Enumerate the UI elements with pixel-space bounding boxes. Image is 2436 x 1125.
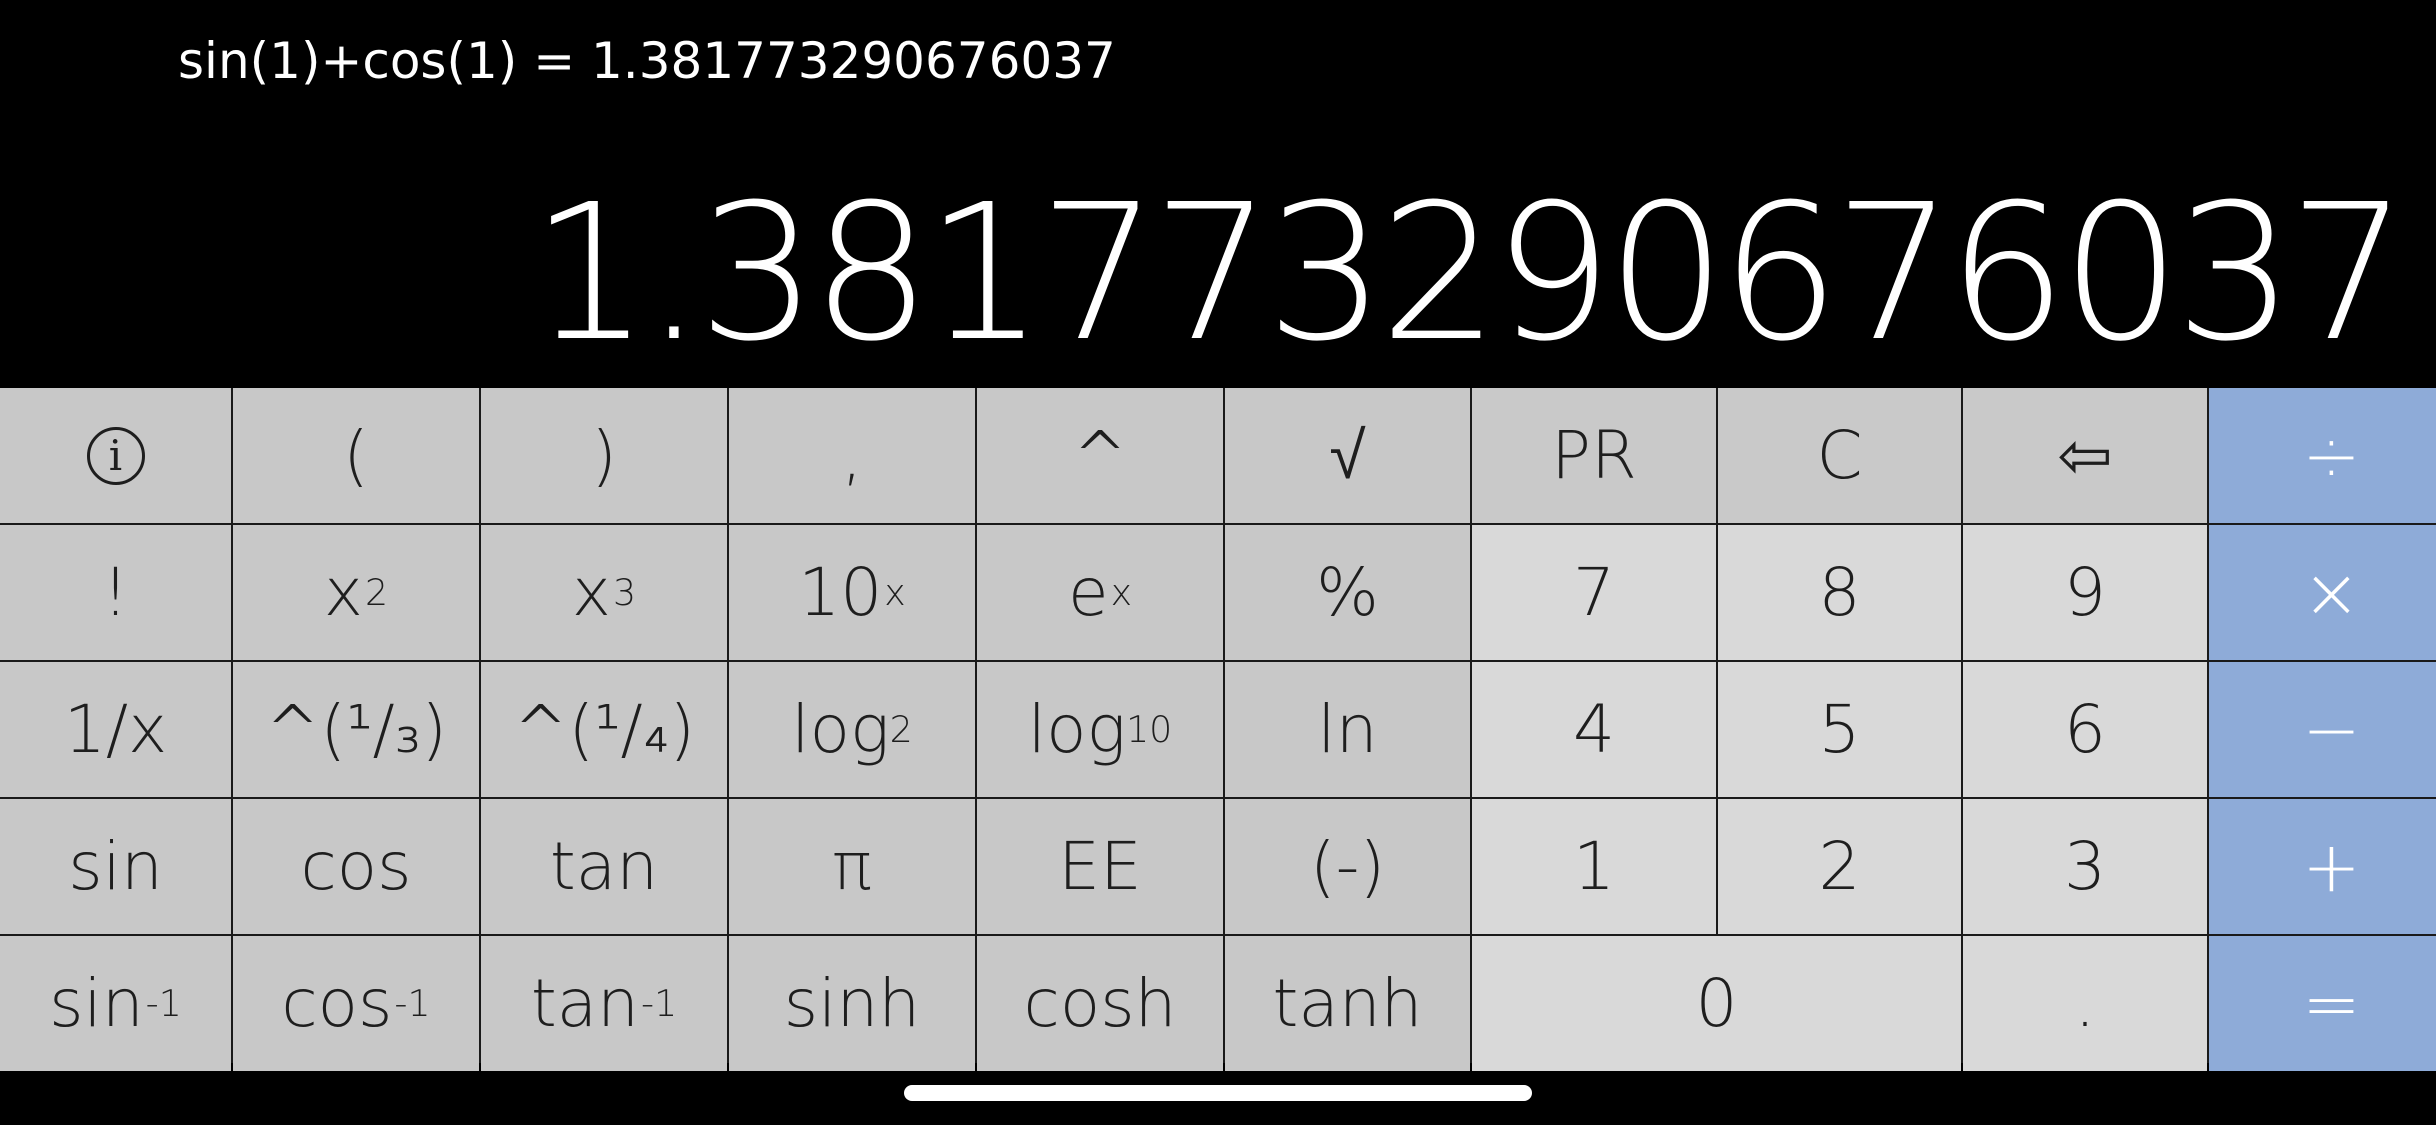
divide-button[interactable]: ÷ bbox=[2209, 388, 2436, 523]
info-icon: i bbox=[86, 426, 145, 485]
ten-power-exponent: x bbox=[884, 571, 906, 614]
tanh-button[interactable]: tanh bbox=[1225, 936, 1470, 1071]
square-button[interactable]: x2 bbox=[233, 525, 479, 660]
arccos-exponent: -1 bbox=[394, 982, 431, 1025]
sqrt-button[interactable]: √ bbox=[1225, 388, 1470, 523]
info-button[interactable]: i bbox=[0, 388, 231, 523]
one-button[interactable]: 1 bbox=[1472, 799, 1716, 934]
clear-button[interactable]: C bbox=[1718, 388, 1961, 523]
ten-power-button[interactable]: 10 x bbox=[729, 525, 975, 660]
fourth-root-button[interactable]: ^(¹/₄) bbox=[481, 662, 727, 797]
pr-button[interactable]: PR bbox=[1472, 388, 1716, 523]
arcsin-exponent: -1 bbox=[145, 982, 182, 1025]
ln-button[interactable]: ln bbox=[1225, 662, 1470, 797]
cos-button[interactable]: cos bbox=[233, 799, 479, 934]
arcsin-button[interactable]: sin -1 bbox=[0, 936, 231, 1071]
backspace-icon: ⇦ bbox=[2057, 417, 2113, 494]
equals-button[interactable]: = bbox=[2209, 936, 2436, 1071]
log10-label: log bbox=[1027, 691, 1127, 768]
cube-exponent: 3 bbox=[612, 571, 637, 614]
decimal-button[interactable]: . bbox=[1963, 936, 2207, 1071]
six-button[interactable]: 6 bbox=[1963, 662, 2207, 797]
plus-button[interactable]: + bbox=[2209, 799, 2436, 934]
reciprocal-button[interactable]: 1/x bbox=[0, 662, 231, 797]
cube-label: x bbox=[571, 554, 611, 631]
five-button[interactable]: 5 bbox=[1718, 662, 1961, 797]
zero-button[interactable]: 0 bbox=[1472, 936, 1961, 1071]
percent-button[interactable]: % bbox=[1225, 525, 1470, 660]
log2-subscript: 2 bbox=[889, 708, 913, 751]
two-button[interactable]: 2 bbox=[1718, 799, 1961, 934]
square-label: x bbox=[323, 554, 363, 631]
four-button[interactable]: 4 bbox=[1472, 662, 1716, 797]
cosh-button[interactable]: cosh bbox=[977, 936, 1223, 1071]
result-display: 1.381773290676037 bbox=[530, 164, 2408, 383]
log2-label: log bbox=[791, 691, 890, 768]
log2-button[interactable]: log 2 bbox=[729, 662, 975, 797]
cube-root-button[interactable]: ^(¹/₃) bbox=[233, 662, 479, 797]
three-button[interactable]: 3 bbox=[1963, 799, 2207, 934]
pi-button[interactable]: π bbox=[729, 799, 975, 934]
seven-button[interactable]: 7 bbox=[1472, 525, 1716, 660]
arccos-button[interactable]: cos -1 bbox=[233, 936, 479, 1071]
history-expression: sin(1)+cos(1) = 1.381773290676037 bbox=[178, 32, 1116, 90]
ten-power-label: 10 bbox=[798, 554, 883, 631]
exp-button[interactable]: ex bbox=[977, 525, 1223, 660]
ee-button[interactable]: EE bbox=[977, 799, 1223, 934]
arcsin-label: sin bbox=[49, 965, 144, 1042]
exp-exponent: x bbox=[1110, 571, 1133, 614]
sin-button[interactable]: sin bbox=[0, 799, 231, 934]
sinh-button[interactable]: sinh bbox=[729, 936, 975, 1071]
arccos-label: cos bbox=[281, 965, 393, 1042]
negate-button[interactable]: (-) bbox=[1225, 799, 1470, 934]
open-paren-button[interactable]: ( bbox=[233, 388, 479, 523]
power-button[interactable]: ^ bbox=[977, 388, 1223, 523]
tan-button[interactable]: tan bbox=[481, 799, 727, 934]
comma-button[interactable]: , bbox=[729, 388, 975, 523]
home-indicator[interactable] bbox=[904, 1085, 1532, 1101]
minus-button[interactable]: − bbox=[2209, 662, 2436, 797]
factorial-button[interactable]: ! bbox=[0, 525, 231, 660]
exp-label: e bbox=[1067, 554, 1109, 631]
arctan-label: tan bbox=[530, 965, 639, 1042]
backspace-button[interactable]: ⇦ bbox=[1963, 388, 2207, 523]
eight-button[interactable]: 8 bbox=[1718, 525, 1961, 660]
arctan-button[interactable]: tan -1 bbox=[481, 936, 727, 1071]
cube-button[interactable]: x3 bbox=[481, 525, 727, 660]
close-paren-button[interactable]: ) bbox=[481, 388, 727, 523]
log10-subscript: 10 bbox=[1126, 708, 1173, 751]
square-exponent: 2 bbox=[364, 571, 389, 614]
nine-button[interactable]: 9 bbox=[1963, 525, 2207, 660]
multiply-button[interactable]: × bbox=[2209, 525, 2436, 660]
log10-button[interactable]: log 10 bbox=[977, 662, 1223, 797]
keypad: i ( ) , ^ √ PR C ⇦ ÷ ! x2 x3 10 x ex % 7 … bbox=[0, 388, 2436, 1071]
arctan-exponent: -1 bbox=[640, 982, 678, 1025]
